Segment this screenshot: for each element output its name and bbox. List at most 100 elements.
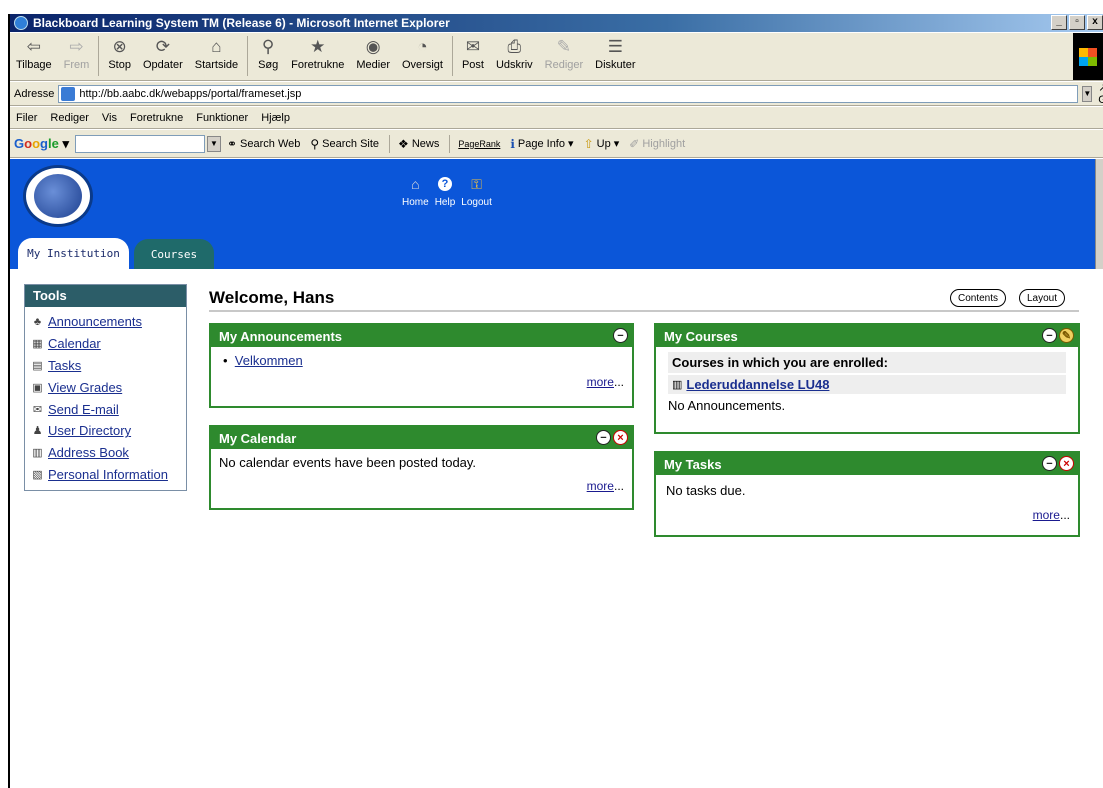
address-dropdown-button[interactable]: ▼ bbox=[1082, 85, 1093, 102]
opdater-button[interactable]: ⟳ Opdater bbox=[137, 36, 189, 71]
module-controls: − bbox=[613, 328, 628, 343]
help-link[interactable]: ? Help bbox=[435, 175, 455, 208]
tab-courses[interactable]: Courses bbox=[134, 239, 214, 269]
page-info-button[interactable]: ℹ Page Info ▾ bbox=[510, 137, 573, 151]
logout-link[interactable]: ⚿ Logout bbox=[461, 175, 492, 209]
more-link-container: more... bbox=[587, 375, 624, 389]
post-button[interactable]: ✉ Post bbox=[456, 36, 490, 71]
menu-item-vis[interactable]: Vis bbox=[102, 112, 117, 124]
more-link[interactable]: more bbox=[1033, 508, 1060, 522]
close-module-icon[interactable]: × bbox=[1059, 456, 1074, 471]
window-controls: _ ▫ x bbox=[1051, 15, 1103, 30]
home-link[interactable]: ⌂ Home bbox=[402, 175, 429, 208]
toolbar-button-label: Diskuter bbox=[595, 59, 636, 71]
bullet: • bbox=[223, 353, 235, 368]
tab-my-institution[interactable]: My Institution bbox=[18, 238, 129, 269]
toolbar-button-label: Foretrukne bbox=[291, 59, 345, 71]
toolbar-separator bbox=[389, 134, 391, 153]
menu-item-hj-lp[interactable]: Hjælp bbox=[261, 112, 290, 124]
address-url: http://bb.aabc.dk/webapps/portal/framese… bbox=[79, 87, 302, 100]
menu-item-funktioner[interactable]: Funktioner bbox=[196, 112, 248, 124]
search-site-icon: ⚲ bbox=[310, 136, 320, 151]
minimize-button[interactable]: _ bbox=[1051, 15, 1067, 30]
tools-item-view-grades[interactable]: ▣ View Grades bbox=[31, 376, 186, 398]
tools-item-label[interactable]: Tasks bbox=[48, 358, 81, 373]
go-label: Gå bbox=[1098, 94, 1103, 106]
tools-item-label[interactable]: Send E-mail bbox=[48, 402, 119, 417]
diskuter-button[interactable]: ☰ Diskuter bbox=[589, 36, 641, 71]
google-search-dropdown[interactable]: ▼ bbox=[206, 135, 221, 152]
announcements-module: My Announcements − • Velkommen more... bbox=[209, 323, 634, 408]
pagerank-indicator[interactable]: PageRank bbox=[458, 139, 504, 149]
blackboard-logo[interactable] bbox=[23, 165, 93, 227]
contents-button[interactable]: Contents bbox=[950, 289, 1007, 307]
tools-item-label[interactable]: Announcements bbox=[48, 314, 142, 329]
blackboard-logo-mark bbox=[34, 174, 82, 218]
close-module-icon[interactable]: × bbox=[613, 430, 628, 445]
google-logo[interactable]: Google ▾ bbox=[14, 136, 69, 152]
startside-button[interactable]: ⌂ Startside bbox=[189, 36, 244, 71]
tools-list: ♣ Announcements ▦ Calendar ▤ Tasks ▣ View Grade… bbox=[25, 307, 186, 485]
edit-module-icon[interactable]: ✎ bbox=[1059, 328, 1074, 343]
lock-icon: ⚿ bbox=[471, 175, 482, 192]
rediger-button[interactable]: ✎ Rediger bbox=[539, 36, 590, 71]
tasks-module: My Tasks − × No tasks due. more... bbox=[654, 451, 1080, 537]
tasks-icon: ▤ bbox=[32, 359, 43, 372]
layout-button[interactable]: Layout bbox=[1019, 289, 1066, 307]
tools-item-label[interactable]: Address Book bbox=[48, 445, 129, 460]
news-button[interactable]: ❖ News bbox=[398, 137, 439, 151]
course-announcements-status: No Announcements. bbox=[668, 398, 786, 413]
list-item: • Velkommen bbox=[219, 353, 624, 368]
home-building-icon: ⌂ bbox=[411, 176, 420, 192]
frem-button[interactable]: ⇨ Frem bbox=[58, 36, 96, 71]
tools-item-address-book[interactable]: ▥ Address Book bbox=[31, 442, 186, 464]
course-link[interactable]: Lederuddannelse LU48 bbox=[686, 377, 829, 392]
more-link[interactable]: more bbox=[587, 479, 614, 493]
tools-item-personal-information[interactable]: ▧ Personal Information bbox=[31, 464, 186, 486]
udskriv-button[interactable]: ⎙ Udskriv bbox=[490, 36, 539, 71]
minimize-module-icon[interactable]: − bbox=[1042, 456, 1057, 471]
more-link[interactable]: more bbox=[587, 375, 614, 389]
search-site-button[interactable]: ⚲ Search Site bbox=[310, 137, 379, 151]
s-g-button[interactable]: ⚲ Søg bbox=[251, 36, 285, 71]
tools-item-tasks[interactable]: ▤ Tasks bbox=[31, 355, 186, 377]
tools-item-label[interactable]: Personal Information bbox=[48, 467, 168, 482]
google-search-input[interactable] bbox=[74, 134, 205, 153]
address-input[interactable]: http://bb.aabc.dk/webapps/portal/framese… bbox=[58, 84, 1079, 103]
tools-item-label[interactable]: Calendar bbox=[48, 336, 101, 351]
up-button[interactable]: ⇧ Up ▾ bbox=[584, 137, 620, 151]
stop-button[interactable]: ⊗ Stop bbox=[102, 36, 137, 71]
toolbar-separator bbox=[247, 36, 249, 76]
announcement-link[interactable]: Velkommen bbox=[235, 353, 303, 368]
medier-button[interactable]: ◉ Medier bbox=[350, 36, 396, 71]
home-link-label: Home bbox=[402, 197, 429, 208]
close-window-button[interactable]: x bbox=[1087, 15, 1103, 30]
go-button[interactable]: ↗ Gå bbox=[1098, 81, 1103, 106]
module-header: My Calendar − × bbox=[211, 427, 632, 449]
folder-up-icon: ⇧ bbox=[583, 136, 594, 151]
search-web-button[interactable]: ⚭ Search Web bbox=[227, 137, 300, 151]
menu-item-filer[interactable]: Filer bbox=[16, 112, 37, 124]
frame-scrollbar[interactable] bbox=[1095, 159, 1103, 269]
news-icon: ❖ bbox=[398, 136, 409, 151]
foretrukne-button[interactable]: ★ Foretrukne bbox=[285, 36, 350, 71]
tools-item-announcements[interactable]: ♣ Announcements bbox=[31, 311, 186, 333]
window-titlebar: Blackboard Learning System TM (Release 6… bbox=[10, 14, 1103, 32]
minimize-module-icon[interactable]: − bbox=[1042, 328, 1057, 343]
tools-item-send-e-mail[interactable]: ✉ Send E-mail bbox=[31, 398, 186, 420]
tools-item-user-directory[interactable]: ♟ User Directory bbox=[31, 420, 186, 442]
tools-item-calendar[interactable]: ▦ Calendar bbox=[31, 333, 186, 355]
minimize-module-icon[interactable]: − bbox=[613, 328, 628, 343]
menu-item-rediger[interactable]: Rediger bbox=[50, 112, 89, 124]
tools-item-label[interactable]: View Grades bbox=[48, 380, 122, 395]
highlight-button[interactable]: ✐ Highlight bbox=[629, 137, 685, 151]
tilbage-button[interactable]: ⇦ Tilbage bbox=[10, 36, 58, 71]
module-body: • Velkommen more... bbox=[211, 347, 632, 389]
module-body: No calendar events have been posted toda… bbox=[211, 449, 632, 493]
tools-item-label[interactable]: User Directory bbox=[48, 423, 131, 438]
minimize-module-icon[interactable]: − bbox=[596, 430, 611, 445]
oversigt-button[interactable]: ◔ Oversigt bbox=[396, 36, 449, 71]
edit-icon: ✎ bbox=[556, 37, 572, 56]
maximize-button[interactable]: ▫ bbox=[1069, 15, 1085, 30]
menu-item-foretrukne[interactable]: Foretrukne bbox=[130, 112, 183, 124]
